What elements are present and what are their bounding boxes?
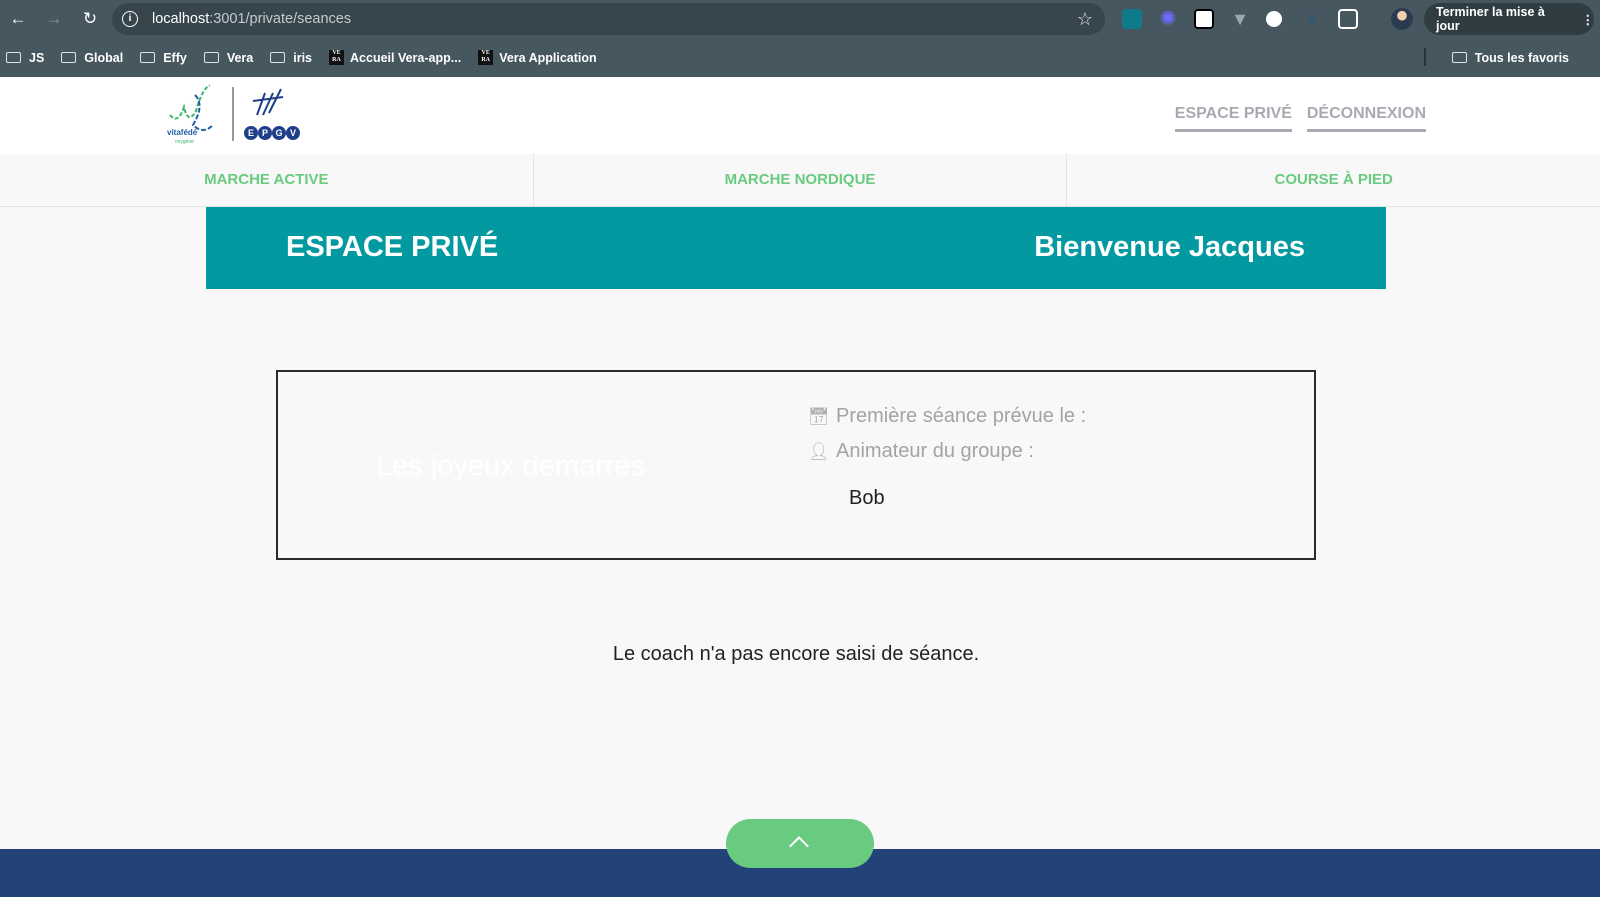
chevron-up-icon bbox=[789, 836, 809, 856]
site-header: vitafédé oxygène EPGV ESPACE PRIVÉ DÉCON… bbox=[0, 77, 1600, 154]
espace-prive-link[interactable]: ESPACE PRIVÉ bbox=[1174, 105, 1292, 132]
reload-icon[interactable]: ↻ bbox=[72, 9, 108, 29]
logo[interactable]: vitafédé oxygène EPGV bbox=[165, 85, 305, 147]
menu-dots-icon: ⋮ bbox=[1581, 12, 1595, 27]
nav-marche-nordique[interactable]: MARCHE NORDIQUE bbox=[534, 154, 1068, 206]
bookmark-vera[interactable]: Vera bbox=[203, 51, 253, 65]
svg-text:oxygène: oxygène bbox=[175, 139, 194, 145]
page-title: ESPACE PRIVÉ bbox=[286, 231, 499, 263]
welcome-text: Bienvenue Jacques bbox=[1034, 231, 1305, 263]
group-card: Les joyeux demarrés 📅︎ Première séance pr… bbox=[276, 370, 1316, 560]
first-session-row: 📅︎ Première séance prévue le : bbox=[808, 405, 1086, 428]
divider bbox=[1424, 48, 1426, 66]
vue-devtools-icon[interactable]: ▼ bbox=[1230, 9, 1250, 29]
address-bar[interactable]: i localhost:3001/private/seances ☆ bbox=[112, 3, 1105, 35]
animator-label: Animateur du groupe : bbox=[836, 440, 1034, 462]
group-name: Les joyeux demarrés bbox=[376, 450, 646, 482]
vera-icon: VE RA bbox=[478, 50, 494, 65]
folder-icon bbox=[61, 52, 77, 63]
animator-row: 👤︎ Animateur du groupe : bbox=[808, 440, 1034, 463]
browser-chrome: ← → ↻ i localhost:3001/private/seances ☆… bbox=[0, 0, 1600, 77]
forward-icon[interactable]: → bbox=[36, 9, 72, 29]
bookmark-effy[interactable]: Effy bbox=[140, 51, 187, 65]
bookmark-accueil-vera[interactable]: VE RA Accueil Vera-app... bbox=[329, 50, 461, 65]
folder-icon bbox=[203, 52, 219, 63]
bookmark-star-icon[interactable]: ☆ bbox=[1077, 9, 1093, 30]
bookmarks-bar: JS Global Effy Vera iris VE RA Accueil Ver… bbox=[0, 38, 1600, 77]
extension-icon[interactable] bbox=[1122, 9, 1142, 29]
extension-icon[interactable]: ✺ bbox=[1158, 9, 1178, 29]
browser-toolbar: ← → ↻ i localhost:3001/private/seances ☆… bbox=[0, 0, 1600, 38]
nav-marche-active[interactable]: MARCHE ACTIVE bbox=[0, 154, 534, 206]
all-bookmarks[interactable]: Tous les favoris bbox=[1451, 38, 1569, 77]
page-banner: ESPACE PRIVÉ Bienvenue Jacques bbox=[206, 207, 1386, 289]
bookmark-global[interactable]: Global bbox=[61, 51, 123, 65]
nav-course-a-pied[interactable]: COURSE À PIED bbox=[1067, 154, 1600, 206]
extension-icon[interactable]: ⅄ bbox=[1302, 9, 1322, 29]
site-info-icon[interactable]: i bbox=[122, 11, 138, 27]
svg-text:vitafédé: vitafédé bbox=[167, 128, 198, 137]
folder-icon bbox=[1451, 52, 1467, 63]
bookmark-iris[interactable]: iris bbox=[270, 51, 312, 65]
empty-sessions-message: Le coach n'a pas encore saisi de séance. bbox=[612, 643, 980, 665]
first-session-label: Première séance prévue le : bbox=[836, 405, 1087, 427]
back-icon[interactable]: ← bbox=[0, 9, 36, 29]
deconnexion-link[interactable]: DÉCONNEXION bbox=[1306, 105, 1426, 132]
bookmark-js[interactable]: JS bbox=[6, 51, 44, 65]
folder-icon bbox=[140, 52, 156, 63]
extension-icon[interactable] bbox=[1266, 11, 1282, 27]
animator-name: Bob bbox=[849, 487, 885, 509]
folder-icon bbox=[270, 52, 286, 63]
extensions-puzzle-icon[interactable] bbox=[1338, 9, 1358, 29]
calendar-icon: 📅︎ bbox=[808, 406, 830, 426]
url-text: localhost:3001/private/seances bbox=[152, 11, 352, 27]
extension-icon[interactable] bbox=[1194, 9, 1214, 29]
scroll-to-top-button[interactable] bbox=[726, 819, 874, 868]
main-nav: MARCHE ACTIVE MARCHE NORDIQUE COURSE À P… bbox=[0, 154, 1600, 207]
bookmark-vera-application[interactable]: VE RA Vera Application bbox=[478, 50, 597, 65]
folder-icon bbox=[6, 52, 21, 63]
profile-avatar[interactable] bbox=[1391, 8, 1413, 30]
user-icon: 👤︎ bbox=[808, 441, 830, 461]
vera-icon: VE RA bbox=[329, 50, 345, 65]
update-button[interactable]: Terminer la mise à jour ⋮ bbox=[1424, 3, 1594, 35]
